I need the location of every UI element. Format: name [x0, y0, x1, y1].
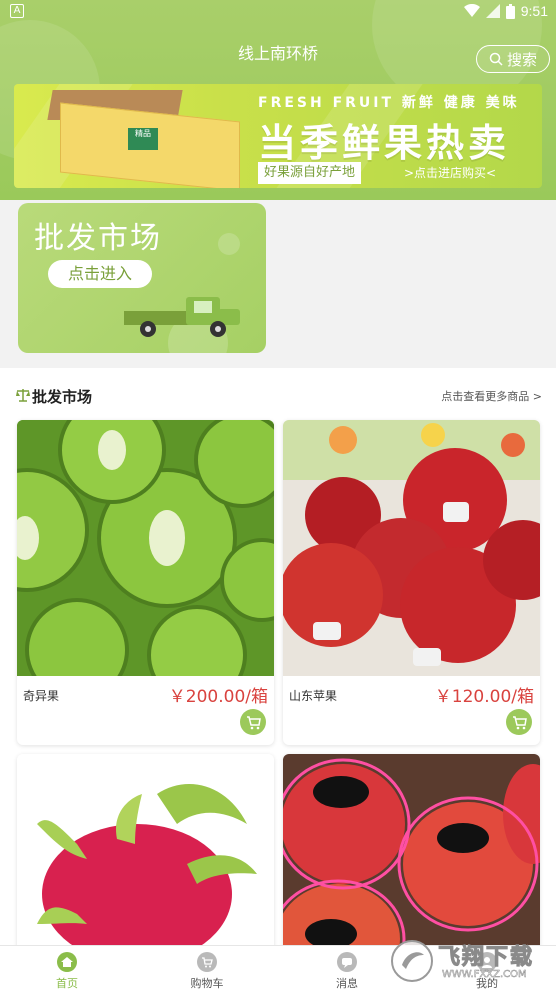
truck-icon: [124, 297, 240, 337]
clock: 9:51: [520, 3, 548, 19]
apple-illustration: [283, 420, 540, 676]
product-image-dragonfruit: [17, 754, 274, 954]
section-header: 批发市场 点击查看更多商品 >: [0, 384, 556, 410]
product-section: 批发市场 点击查看更多商品 > 奇异果 ￥200.00/箱 山东苹果 ￥120.…: [0, 368, 556, 997]
product-card[interactable]: [283, 754, 540, 954]
product-card[interactable]: [17, 754, 274, 954]
promo-banner[interactable]: 精品 FRESH FRUIT 新鲜 健康 美味 当季鲜果热卖 好果源自好产地 >…: [14, 84, 542, 188]
search-label: 搜索: [506, 50, 537, 69]
search-button[interactable]: 搜索: [476, 45, 550, 73]
product-image-mango: [283, 754, 540, 954]
add-to-cart-button[interactable]: [506, 709, 532, 735]
scale-icon: [16, 389, 30, 402]
product-image-apple: [283, 420, 540, 676]
cart-icon: [247, 716, 261, 730]
product-image-kiwi: [17, 420, 274, 676]
dragonfruit-illustration: [17, 754, 274, 954]
watermark-url: WWW.FXXZ.COM: [442, 969, 527, 981]
add-to-cart-button[interactable]: [240, 709, 266, 735]
more-products-link[interactable]: 点击查看更多商品 >: [441, 388, 542, 404]
product-name: 奇异果: [23, 689, 60, 703]
enter-button[interactable]: 点击进入: [48, 260, 152, 288]
tab-messages[interactable]: 消息: [312, 952, 382, 991]
header: A 9:51 线上南环桥 搜索 精品 FRESH FRUIT 新鲜 健康 美味 …: [0, 0, 556, 200]
kiwi-illustration: [17, 420, 274, 676]
battery-icon: [505, 3, 515, 19]
box-label: 精品: [128, 128, 158, 150]
product-price: ￥120.00/箱: [434, 687, 534, 707]
location-title[interactable]: 线上南环桥: [0, 40, 556, 64]
message-icon: [337, 952, 357, 972]
home-icon: [57, 952, 77, 972]
status-icons: 9:51: [463, 3, 548, 19]
section-title: 批发市场: [32, 388, 93, 406]
decor-dot: [218, 233, 240, 255]
site-watermark: 飞翔下载 WWW.FXXZ.COM: [388, 935, 548, 987]
banner-headline: 当季鲜果热卖: [258, 121, 511, 165]
notification-icon: A: [10, 4, 24, 18]
market-card-title: 批发市场: [34, 221, 162, 256]
tab-cart-label: 购物车: [190, 977, 224, 990]
fruit-box-image: 精品: [47, 90, 240, 188]
tab-messages-label: 消息: [336, 977, 358, 990]
product-card[interactable]: 奇异果 ￥200.00/箱: [17, 420, 274, 745]
wifi-icon: [463, 4, 480, 17]
cart-icon: [513, 716, 527, 730]
watermark-text: 飞翔下载: [437, 945, 535, 971]
banner-subtitle: FRESH FRUIT 新鲜 健康 美味: [258, 95, 520, 111]
tab-cart[interactable]: 购物车: [172, 952, 242, 991]
cart-icon: [197, 952, 217, 972]
product-card[interactable]: 山东苹果 ￥120.00/箱: [283, 420, 540, 745]
tab-home-label: 首页: [56, 977, 78, 990]
mango-illustration: [283, 754, 540, 954]
status-bar: A 9:51: [0, 0, 556, 24]
banner-tagline: 好果源自好产地: [258, 162, 362, 184]
signal-icon: [485, 4, 500, 18]
wholesale-market-card[interactable]: 批发市场 点击进入: [18, 203, 266, 353]
product-name: 山东苹果: [289, 689, 338, 703]
search-icon: [489, 52, 503, 66]
tab-home[interactable]: 首页: [32, 952, 102, 991]
banner-cta[interactable]: >点击进店购买<: [404, 164, 496, 181]
product-price: ￥200.00/箱: [168, 687, 268, 707]
